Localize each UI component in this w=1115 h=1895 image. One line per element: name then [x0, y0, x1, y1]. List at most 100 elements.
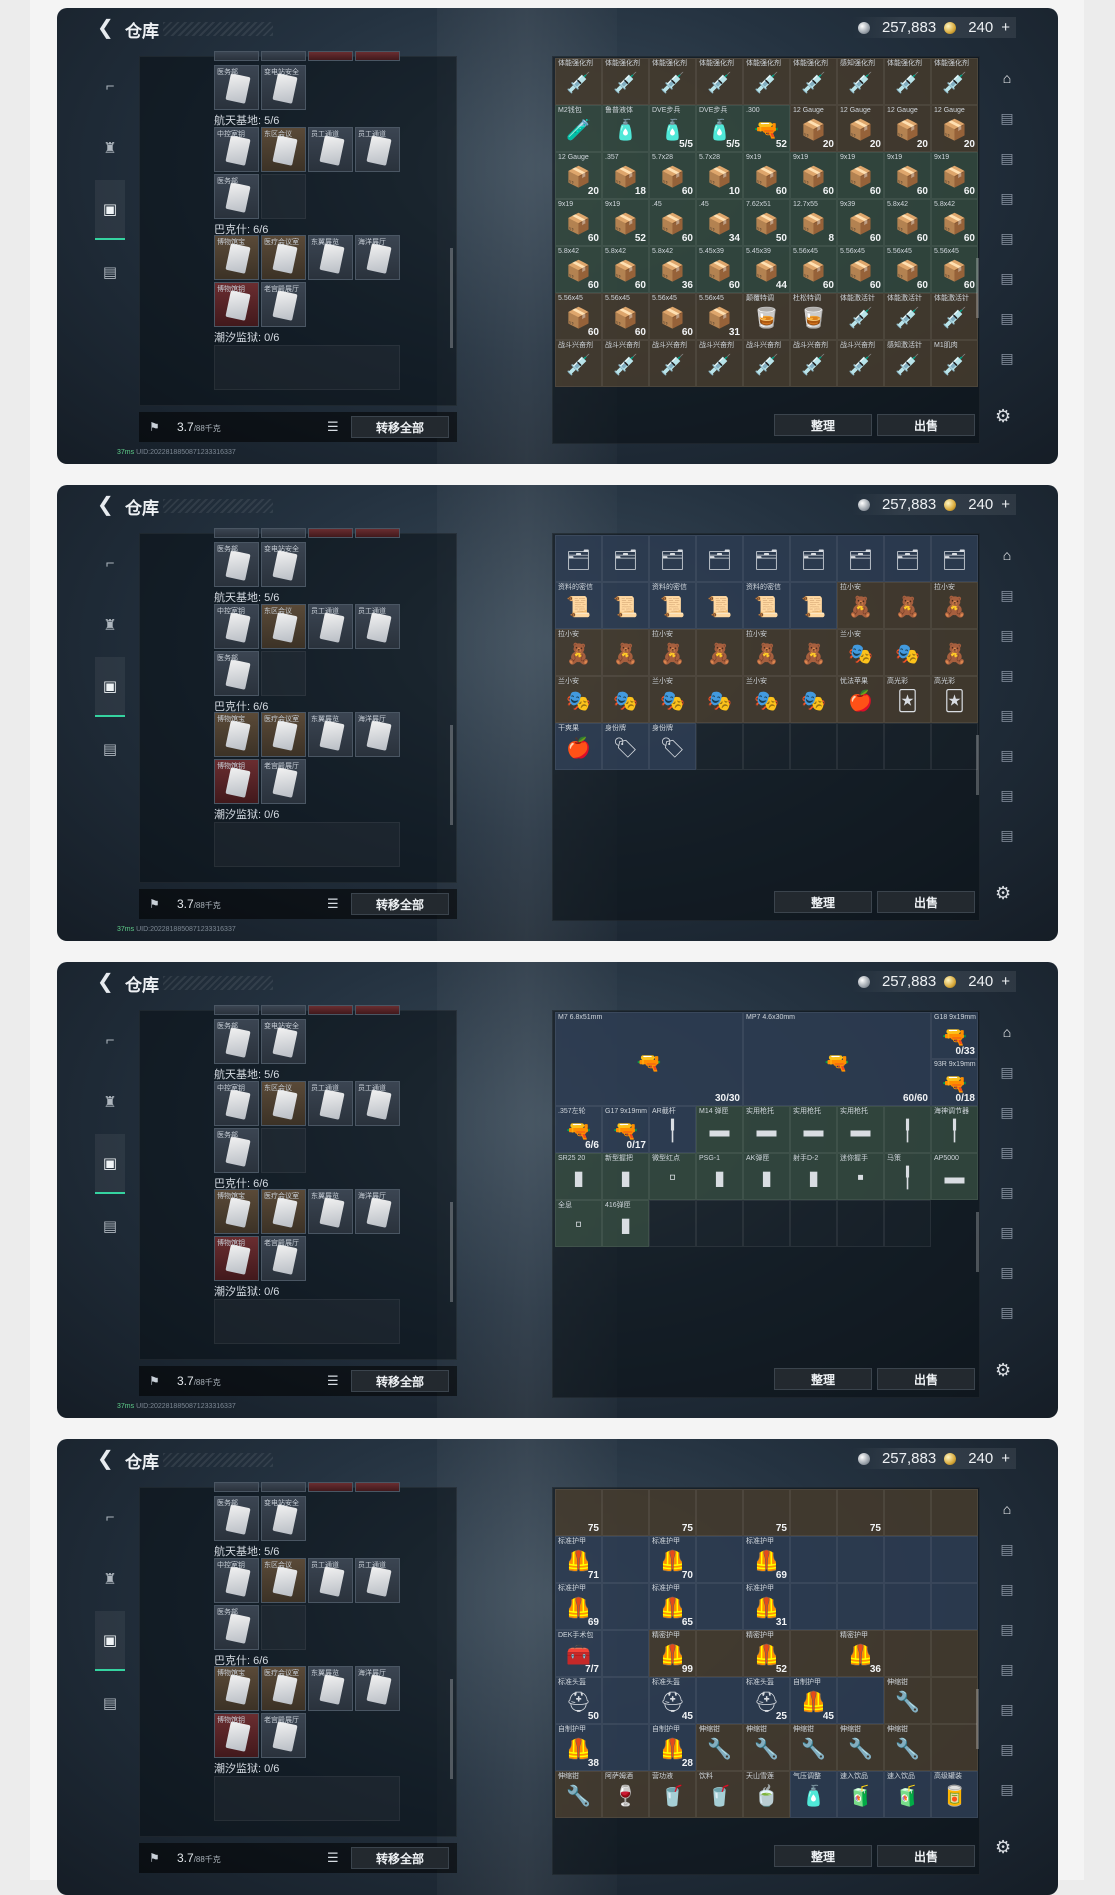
- left-scrollbar[interactable]: [450, 248, 453, 348]
- inventory-cell[interactable]: [696, 1489, 743, 1536]
- inventory-cell[interactable]: 标准头盔 ⛑ 50: [555, 1677, 602, 1724]
- inventory-cell[interactable]: [931, 1677, 978, 1724]
- inventory-cell[interactable]: 9x19 📦 60: [884, 152, 931, 199]
- inventory-cell[interactable]: 伸缩钳 🔧: [884, 1724, 931, 1771]
- key-slot[interactable]: 老宫殿展厅: [261, 282, 306, 327]
- inventory-cell[interactable]: [931, 1489, 978, 1536]
- pistol-icon[interactable]: ⌐: [95, 533, 125, 593]
- key-slot[interactable]: [308, 1482, 353, 1492]
- inventory-cell[interactable]: 新型握把 ▮: [602, 1153, 649, 1200]
- key-slot[interactable]: 医务部: [214, 65, 259, 110]
- inventory-cell[interactable]: 75: [649, 1489, 696, 1536]
- storage-tab-icon[interactable]: ▤: [995, 1537, 1019, 1561]
- key-slot[interactable]: 医疗会议室: [261, 235, 306, 280]
- inventory-cell[interactable]: 标准护甲 🦺 71: [555, 1536, 602, 1583]
- inventory-cell[interactable]: 体能强化剂 💉: [555, 58, 602, 105]
- inventory-cell[interactable]: 75: [743, 1489, 790, 1536]
- key-slot[interactable]: [308, 1005, 353, 1015]
- back-arrow-icon[interactable]: ❮: [97, 972, 117, 992]
- warehouse-icon[interactable]: ⌂: [995, 1497, 1019, 1521]
- storage-tab-icon[interactable]: ▤: [995, 743, 1019, 767]
- inventory-cell[interactable]: 9x19 📦 60: [743, 152, 790, 199]
- sort-button[interactable]: 整理: [774, 891, 872, 913]
- inventory-cell[interactable]: 马策 ╿: [884, 1153, 931, 1200]
- inventory-cell[interactable]: [743, 723, 790, 770]
- sell-button[interactable]: 出售: [877, 1368, 975, 1390]
- inventory-cell[interactable]: 实用枪托 ▬: [790, 1106, 837, 1153]
- case-icon[interactable]: ▤: [95, 242, 125, 302]
- inventory-cell[interactable]: [837, 1200, 884, 1247]
- inventory-cell[interactable]: 🎭: [790, 676, 837, 723]
- inventory-cell[interactable]: 5.8x42 📦 60: [884, 199, 931, 246]
- gold-add-button[interactable]: +: [1001, 973, 1010, 990]
- inventory-cell[interactable]: 5.8x42 📦 60: [555, 246, 602, 293]
- inventory-cell[interactable]: AR截杆 ╿: [649, 1106, 696, 1153]
- inventory-cell[interactable]: [696, 1583, 743, 1630]
- key-slot-empty[interactable]: [261, 1128, 306, 1173]
- inventory-cell[interactable]: 饮料 🥤: [696, 1771, 743, 1818]
- storage-tab-icon[interactable]: ▤: [995, 226, 1019, 250]
- inventory-cell[interactable]: 5.56x45 📦 31: [696, 293, 743, 340]
- inventory-cell[interactable]: 标准护甲 🦺 69: [743, 1536, 790, 1583]
- storage-tab-icon[interactable]: ▤: [995, 306, 1019, 330]
- key-slot[interactable]: 东区会议: [261, 1081, 306, 1126]
- inventory-cell[interactable]: [790, 1630, 837, 1677]
- storage-tab-icon[interactable]: ▤: [995, 823, 1019, 847]
- inventory-cell[interactable]: 战斗兴奋剂 💉: [837, 340, 884, 387]
- storage-tab-icon[interactable]: ▤: [995, 1657, 1019, 1681]
- inventory-cell[interactable]: 体能强化剂 💉: [790, 58, 837, 105]
- inventory-cell[interactable]: 🗂: [884, 535, 931, 582]
- inventory-cell[interactable]: [837, 1583, 884, 1630]
- list-icon[interactable]: ☰: [327, 1373, 339, 1389]
- key-slot[interactable]: 博物馆宝: [214, 235, 259, 280]
- inventory-cell[interactable]: 战斗兴奋剂 💉: [649, 340, 696, 387]
- inventory-cell[interactable]: 迷你握手 ▪: [837, 1153, 884, 1200]
- inventory-cell[interactable]: 兰小安 🎭: [555, 676, 602, 723]
- key-slot[interactable]: [355, 528, 400, 538]
- inventory-cell[interactable]: 微型红点 ▫: [649, 1153, 696, 1200]
- storage-tab-icon[interactable]: ▤: [995, 1220, 1019, 1244]
- key-slot[interactable]: 海洋展厅: [355, 712, 400, 757]
- inventory-cell[interactable]: 高光彩 🃏: [884, 676, 931, 723]
- inventory-cell[interactable]: 75: [555, 1489, 602, 1536]
- inventory-cell[interactable]: [837, 723, 884, 770]
- inventory-cell[interactable]: MP7 4.6x30mm 🔫 60/60: [743, 1012, 931, 1106]
- key-slot-empty[interactable]: [261, 174, 306, 219]
- key-slot[interactable]: [261, 528, 306, 538]
- inventory-cell[interactable]: 气压调整 🧴: [790, 1771, 837, 1818]
- storage-tab-icon[interactable]: ▤: [995, 186, 1019, 210]
- inventory-cell[interactable]: [884, 1200, 931, 1247]
- key-slot[interactable]: 博物馆钥: [214, 759, 259, 804]
- inventory-cell[interactable]: 资料的密信 📜: [743, 582, 790, 629]
- inventory-cell[interactable]: 5.56x45 📦 60: [790, 246, 837, 293]
- inventory-cell[interactable]: 5.56x45 📦 60: [555, 293, 602, 340]
- key-slot[interactable]: 东区会议: [261, 1558, 306, 1603]
- storage-tab-icon[interactable]: ▤: [995, 583, 1019, 607]
- back-arrow-icon[interactable]: ❮: [97, 495, 117, 515]
- key-slot-empty[interactable]: [214, 345, 400, 390]
- inventory-cell[interactable]: 伸缩钳 🔧: [743, 1724, 790, 1771]
- storage-tab-icon[interactable]: ▤: [995, 1617, 1019, 1641]
- inventory-cell[interactable]: 感知激活针 💉: [884, 340, 931, 387]
- inventory-cell[interactable]: 拉小安 🧸: [555, 629, 602, 676]
- inventory-cell[interactable]: 伸缩钳 🔧: [884, 1677, 931, 1724]
- key-slot[interactable]: 医务部: [214, 651, 259, 696]
- key-slot[interactable]: 医务部: [214, 542, 259, 587]
- inventory-cell[interactable]: 感知强化剂 💉: [837, 58, 884, 105]
- inventory-cell[interactable]: 🎭: [602, 676, 649, 723]
- key-slot[interactable]: 中控室钥: [214, 1081, 259, 1126]
- inventory-cell[interactable]: AP5000 ▬: [931, 1153, 978, 1200]
- storage-tab-icon[interactable]: ▤: [995, 1300, 1019, 1324]
- inventory-cell[interactable]: 标准护甲 🦺 70: [649, 1536, 696, 1583]
- inventory-cell[interactable]: 🎭: [884, 629, 931, 676]
- grid-scrollbar[interactable]: [976, 735, 979, 795]
- key-slot-empty[interactable]: [261, 1605, 306, 1650]
- key-slot[interactable]: 医疗会议室: [261, 1666, 306, 1711]
- key-slot[interactable]: 员工通道: [355, 604, 400, 649]
- key-slot[interactable]: [355, 1482, 400, 1492]
- storage-tab-icon[interactable]: ▤: [995, 1180, 1019, 1204]
- key-slot[interactable]: 海洋展厅: [355, 1666, 400, 1711]
- storage-tab-icon[interactable]: ▤: [995, 146, 1019, 170]
- armor-icon[interactable]: ♜: [95, 1072, 125, 1132]
- warehouse-icon[interactable]: ⌂: [995, 66, 1019, 90]
